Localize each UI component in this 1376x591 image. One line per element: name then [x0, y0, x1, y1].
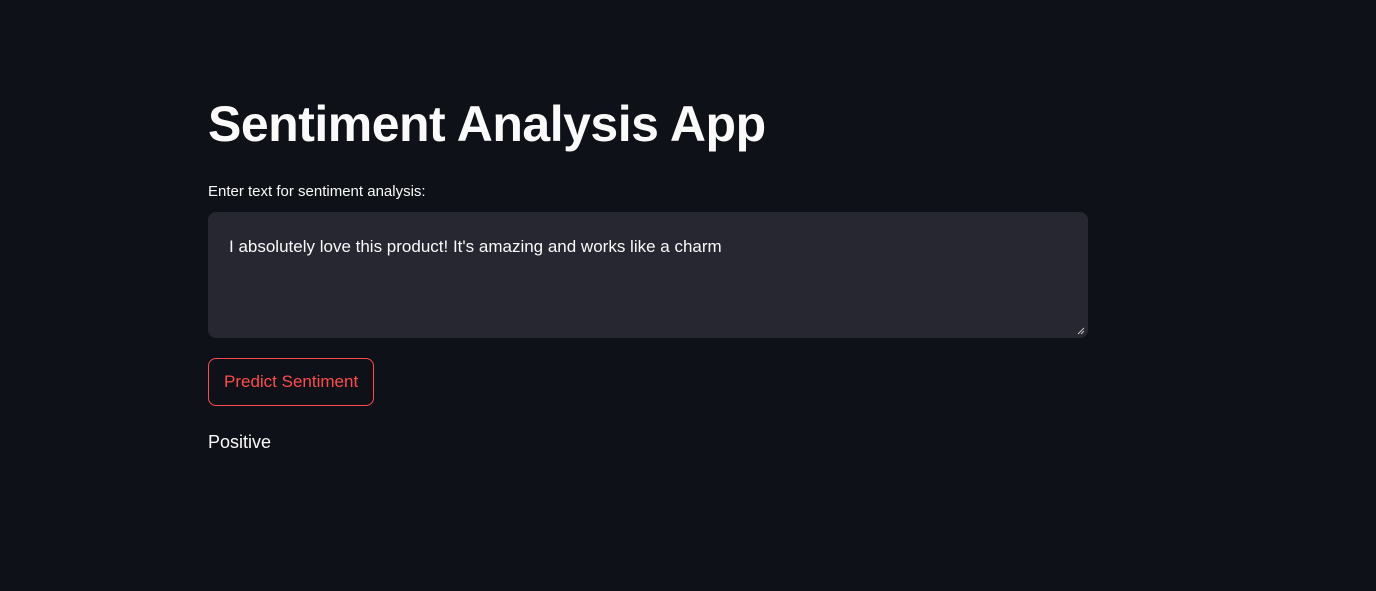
text-input-label: Enter text for sentiment analysis: — [208, 183, 426, 200]
predict-sentiment-button[interactable]: Predict Sentiment — [208, 358, 375, 406]
text-input-container: I absolutely love this product! It's ama… — [208, 212, 1088, 338]
sentiment-result: Positive — [208, 432, 272, 452]
resize-handle-icon[interactable] — [1077, 327, 1085, 335]
sentiment-text-input[interactable]: I absolutely love this product! It's ama… — [208, 212, 1088, 338]
page-title: Sentiment Analysis App — [208, 96, 766, 152]
